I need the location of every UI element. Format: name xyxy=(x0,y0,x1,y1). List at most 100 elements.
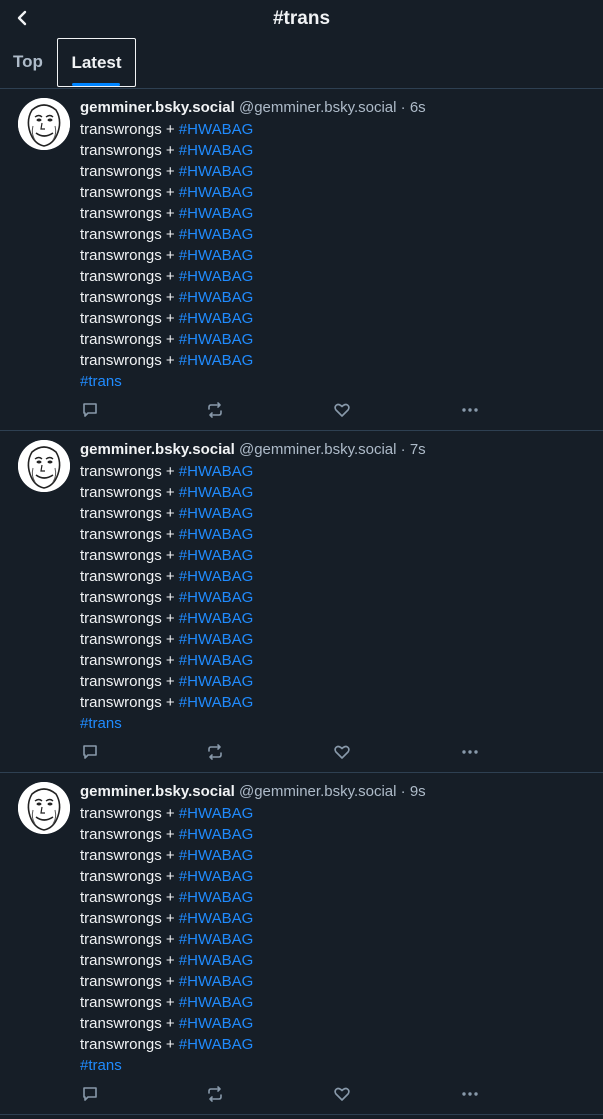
hashtag-link[interactable]: #HWABAG xyxy=(179,931,253,948)
hashtag-link[interactable]: #HWABAG xyxy=(179,910,253,927)
post-text: transwrongs + xyxy=(80,268,179,285)
hashtag-link[interactable]: #HWABAG xyxy=(179,121,253,138)
page-title: #trans xyxy=(272,8,331,29)
hashtag-link[interactable]: #HWABAG xyxy=(179,526,253,543)
post-text: transwrongs + xyxy=(80,931,179,948)
post-timestamp: · 9s xyxy=(400,783,426,800)
post-header: gemminer.bsky.social @gemminer.bsky.soci… xyxy=(80,782,580,801)
post-feed: gemminer.bsky.social @gemminer.bsky.soci… xyxy=(0,89,603,1115)
more-options-button[interactable] xyxy=(460,400,480,420)
post-text: transwrongs + xyxy=(80,163,179,180)
hashtag-link[interactable]: #HWABAG xyxy=(179,247,253,264)
hashtag-link[interactable]: #trans xyxy=(80,373,122,390)
author-display-name[interactable]: gemminer.bsky.social xyxy=(80,783,235,800)
feed-post[interactable]: gemminer.bsky.social @gemminer.bsky.soci… xyxy=(0,773,603,1115)
hashtag-link[interactable]: #HWABAG xyxy=(179,952,253,969)
post-text: transwrongs + xyxy=(80,889,179,906)
hashtag-link[interactable]: #HWABAG xyxy=(179,589,253,606)
hashtag-link[interactable]: #HWABAG xyxy=(179,184,253,201)
heart-icon xyxy=(334,1087,350,1101)
author-handle[interactable]: @gemminer.bsky.social xyxy=(239,783,397,800)
hashtag-link[interactable]: #trans xyxy=(80,1057,122,1074)
hashtag-link[interactable]: #HWABAG xyxy=(179,289,253,306)
more-options-button[interactable] xyxy=(460,742,480,762)
post-text-line: transwrongs + #HWABAG xyxy=(80,1034,580,1055)
hashtag-link[interactable]: #HWABAG xyxy=(179,889,253,906)
hashtag-link[interactable]: #HWABAG xyxy=(179,994,253,1011)
post-text-line: transwrongs + #HWABAG xyxy=(80,971,580,992)
post-text-line: transwrongs + #HWABAG xyxy=(80,503,580,524)
hashtag-link[interactable]: #HWABAG xyxy=(179,694,253,711)
post-text: transwrongs + xyxy=(80,205,179,222)
like-button[interactable] xyxy=(332,400,352,420)
tab-top[interactable]: Top xyxy=(6,38,50,86)
hashtag-link[interactable]: #HWABAG xyxy=(179,205,253,222)
like-button[interactable] xyxy=(332,742,352,762)
hashtag-link[interactable]: #HWABAG xyxy=(179,1036,253,1053)
post-text-line: transwrongs + #HWABAG xyxy=(80,608,580,629)
author-display-name[interactable]: gemminer.bsky.social xyxy=(80,99,235,116)
hashtag-link[interactable]: #HWABAG xyxy=(179,652,253,669)
post-text: transwrongs + xyxy=(80,994,179,1011)
avatar[interactable] xyxy=(18,440,70,492)
post-text-line: transwrongs + #HWABAG xyxy=(80,224,580,245)
post-text-line: transwrongs + #HWABAG xyxy=(80,866,580,887)
feed-post[interactable]: gemminer.bsky.social @gemminer.bsky.soci… xyxy=(0,431,603,773)
reply-button[interactable] xyxy=(80,400,100,420)
reply-button[interactable] xyxy=(80,742,100,762)
author-handle[interactable]: @gemminer.bsky.social xyxy=(239,441,397,458)
post-text: transwrongs + xyxy=(80,484,179,501)
hashtag-link[interactable]: #HWABAG xyxy=(179,826,253,843)
avatar[interactable] xyxy=(18,98,70,150)
hashtag-link[interactable]: #HWABAG xyxy=(179,610,253,627)
feed-post[interactable]: gemminer.bsky.social @gemminer.bsky.soci… xyxy=(0,89,603,431)
hashtag-link[interactable]: #HWABAG xyxy=(179,547,253,564)
hashtag-link[interactable]: #HWABAG xyxy=(179,505,253,522)
hashtag-link[interactable]: #HWABAG xyxy=(179,973,253,990)
post-text-line: transwrongs + #HWABAG xyxy=(80,887,580,908)
post-text: transwrongs + xyxy=(80,526,179,543)
hashtag-link[interactable]: #HWABAG xyxy=(179,331,253,348)
post-text-line: transwrongs + #HWABAG xyxy=(80,182,580,203)
hashtag-link[interactable]: #HWABAG xyxy=(179,310,253,327)
repost-button[interactable] xyxy=(205,742,225,762)
avatar[interactable] xyxy=(18,782,70,834)
repost-button[interactable] xyxy=(205,400,225,420)
post-text: transwrongs + xyxy=(80,568,179,585)
hashtag-link[interactable]: #HWABAG xyxy=(179,268,253,285)
more-options-button[interactable] xyxy=(460,1084,480,1104)
hashtag-link[interactable]: #HWABAG xyxy=(179,163,253,180)
repost-button[interactable] xyxy=(205,1084,225,1104)
hashtag-link[interactable]: #HWABAG xyxy=(179,484,253,501)
tab-latest[interactable]: Latest xyxy=(57,38,136,87)
speech-bubble-icon xyxy=(83,745,97,759)
hashtag-link[interactable]: #HWABAG xyxy=(179,847,253,864)
post-text: transwrongs + xyxy=(80,463,179,480)
hashtag-link[interactable]: #HWABAG xyxy=(179,868,253,885)
post-text-line: #trans xyxy=(80,1055,580,1076)
hashtag-link[interactable]: #HWABAG xyxy=(179,226,253,243)
reply-button[interactable] xyxy=(80,1084,100,1104)
hashtag-link[interactable]: #HWABAG xyxy=(179,631,253,648)
speech-bubble-icon xyxy=(83,403,97,417)
hashtag-link[interactable]: #HWABAG xyxy=(179,1015,253,1032)
hashtag-link[interactable]: #HWABAG xyxy=(179,673,253,690)
post-text: transwrongs + xyxy=(80,694,179,711)
post-text-line: transwrongs + #HWABAG xyxy=(80,1013,580,1034)
author-display-name[interactable]: gemminer.bsky.social xyxy=(80,441,235,458)
avatar-image xyxy=(18,98,70,150)
post-content: gemminer.bsky.social @gemminer.bsky.soci… xyxy=(80,440,580,764)
post-text-line: transwrongs + #HWABAG xyxy=(80,845,580,866)
post-text-line: transwrongs + #HWABAG xyxy=(80,161,580,182)
post-actions xyxy=(80,742,580,764)
hashtag-link[interactable]: #HWABAG xyxy=(179,568,253,585)
post-actions xyxy=(80,1084,580,1106)
author-handle[interactable]: @gemminer.bsky.social xyxy=(239,99,397,116)
hashtag-link[interactable]: #HWABAG xyxy=(179,463,253,480)
like-button[interactable] xyxy=(332,1084,352,1104)
hashtag-link[interactable]: #HWABAG xyxy=(179,352,253,369)
hashtag-link[interactable]: #HWABAG xyxy=(179,142,253,159)
hashtag-link[interactable]: #trans xyxy=(80,715,122,732)
hashtag-link[interactable]: #HWABAG xyxy=(179,805,253,822)
post-text: transwrongs + xyxy=(80,1015,179,1032)
